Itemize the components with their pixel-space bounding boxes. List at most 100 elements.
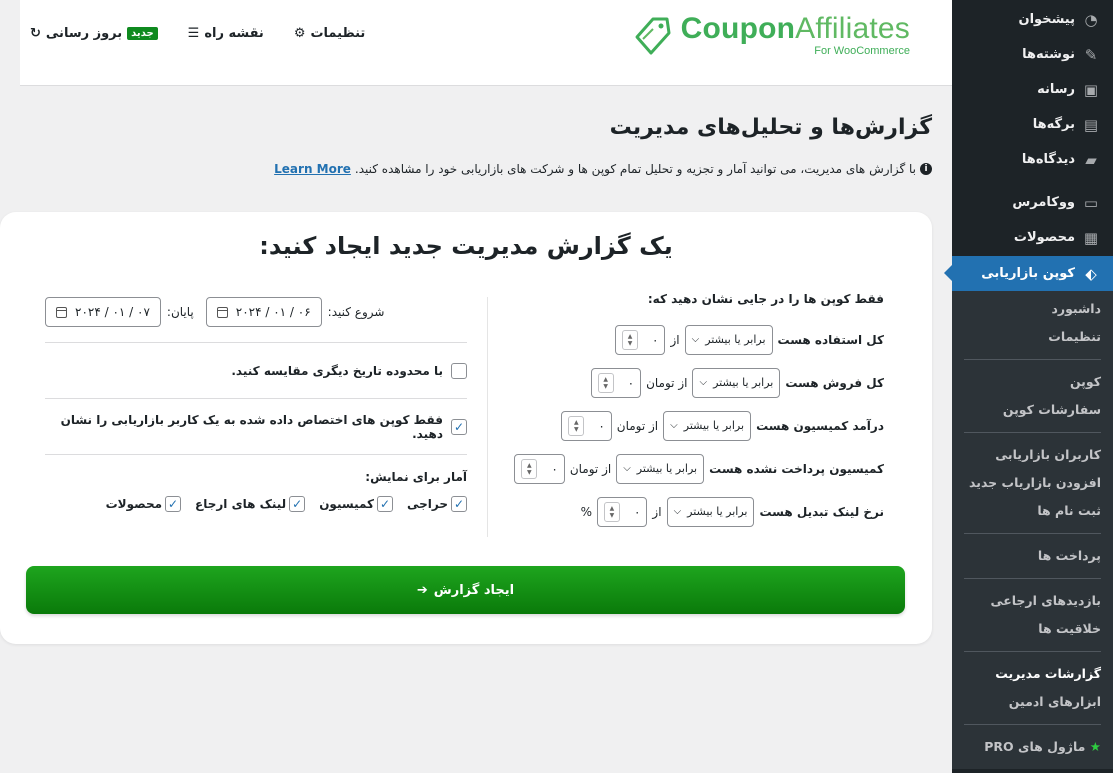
settings-link[interactable]: تنظیمات ⚙ xyxy=(294,26,365,41)
comparison-select[interactable]: برابر یا بیشتر ⌵ xyxy=(666,496,755,527)
logo-text-coupon: Coupon xyxy=(680,12,796,45)
refresh-icon: ↻ xyxy=(30,26,41,41)
assigned-only-checkbox[interactable]: ✓ xyxy=(451,418,467,435)
filter-unpaid-commission: کمیسیون پرداخت نشده هست برابر یا بیشتر ⌵ … xyxy=(484,447,884,490)
number-input[interactable]: ▲ ▼ ۰ xyxy=(590,367,642,398)
number-input[interactable]: ▲ ▼ ۰ xyxy=(596,496,648,527)
sidebar-item-products[interactable]: ▦ محصولات xyxy=(952,220,1113,255)
filter-unit: از xyxy=(652,504,662,519)
sidebar-subitem[interactable]: پرداخت ها xyxy=(952,542,1113,570)
start-date-input[interactable]: ۲۰۲۴ / ۰۱ / ۰۶ xyxy=(205,297,322,327)
filter-unit: از تومان xyxy=(646,375,688,390)
updates-link[interactable]: جدید بروز رسانی ↻ xyxy=(30,26,158,41)
coupon-tag-icon xyxy=(635,17,671,54)
sidebar-item-dashboard[interactable]: ◔ پیشخوان xyxy=(952,2,1113,37)
filter-unit: از xyxy=(670,332,680,347)
admin-sidebar: ◔ پیشخوان ✎ نوشته‌ها ▣ رسانه ▤ برگه‌ها ▰… xyxy=(944,0,1113,773)
sidebar-divider xyxy=(964,432,1101,433)
number-input[interactable]: ▲ ▼ ۰ xyxy=(514,453,565,484)
stat-sales-checkbox[interactable]: ✓ xyxy=(451,496,467,512)
stats-options: ✓ حراجی ✓ کمیسیون ✓ لینک های ارجاع ✓ محصولات xyxy=(45,496,467,512)
sidebar-item-label: برگه‌ها xyxy=(1032,117,1075,132)
create-report-button[interactable]: ایجاد گزارش ➔ xyxy=(26,566,905,614)
sidebar-item-woocommerce[interactable]: ▭ ووکامرس xyxy=(952,185,1113,220)
spinner-icon[interactable]: ▲ ▼ xyxy=(603,501,620,522)
compare-range-checkbox[interactable] xyxy=(451,362,467,379)
comparison-select[interactable]: برابر یا بیشتر ⌵ xyxy=(692,367,781,398)
divider xyxy=(45,454,467,455)
spinner-icon[interactable]: ▲ ▼ xyxy=(597,372,614,393)
number-value: ۰ xyxy=(598,418,605,433)
end-date-input[interactable]: ۲۰۲۴ / ۰۱ / ۰۷ xyxy=(45,297,161,327)
chevron-down-icon: ⌵ xyxy=(673,506,682,517)
sidebar-subitem[interactable]: ابزارهای ادمین xyxy=(952,688,1113,716)
select-value: برابر یا بیشتر xyxy=(687,505,748,518)
brand-logo[interactable]: CouponAffiliates For WooCommerce xyxy=(631,14,910,57)
sidebar-subitem[interactable]: افزودن بازاریاب جدید xyxy=(952,469,1113,497)
stat-label: محصولات xyxy=(105,497,163,511)
chevron-down-icon: ⌵ xyxy=(623,463,631,474)
assigned-only-option: ✓ فقط کوپن های اختصاص داده شده به یک کار… xyxy=(45,413,467,441)
comparison-select[interactable]: برابر یا بیشتر ⌵ xyxy=(616,453,705,484)
sidebar-subitem[interactable]: بازدیدهای ارجاعی xyxy=(952,587,1113,615)
sidebar-subitem[interactable]: تنظیمات xyxy=(952,323,1113,351)
stat-referral-checkbox[interactable]: ✓ xyxy=(289,496,306,512)
logo-text-affiliates: Affiliates xyxy=(795,12,910,45)
sidebar-item-comments[interactable]: ▰ دیدگاه‌ها xyxy=(952,142,1113,177)
star-icon: ★ xyxy=(1089,739,1101,754)
roadmap-link[interactable]: نقشه راه ☰ xyxy=(188,26,264,41)
sidebar-item-label: نوشته‌ها xyxy=(1022,47,1075,62)
comparison-select[interactable]: برابر یا بیشتر ⌵ xyxy=(663,410,752,441)
stat-products-checkbox[interactable]: ✓ xyxy=(165,496,182,512)
spinner-icon[interactable]: ▲ ▼ xyxy=(622,329,639,350)
new-badge: جدید xyxy=(127,27,158,40)
stat-products: ✓ محصولات xyxy=(105,496,182,512)
woocommerce-icon: ▭ xyxy=(1083,193,1099,212)
number-input[interactable]: ▲ ▼ ۰ xyxy=(615,324,666,355)
sidebar-subitem[interactable]: کاربران بازاریابی xyxy=(952,441,1113,469)
select-value: برابر یا بیشتر xyxy=(713,376,774,389)
sidebar-subitem-pro-modules[interactable]: ★ ماژول های PRO xyxy=(952,733,1113,761)
number-input[interactable]: ▲ ▼ ۰ xyxy=(561,410,612,441)
page-title: گزارش‌ها و تحلیل‌های مدیریت xyxy=(609,115,932,140)
sidebar-item-media[interactable]: ▣ رسانه xyxy=(952,72,1113,107)
stat-commission-checkbox[interactable]: ✓ xyxy=(376,496,393,512)
stat-sales: ✓ حراجی xyxy=(407,496,467,512)
sidebar-item-label: محصولات xyxy=(1013,230,1075,245)
learn-more-link[interactable]: Learn More xyxy=(274,162,351,176)
page-description: i با گزارش های مدیریت، می توانید آمار و … xyxy=(274,162,932,176)
settings-label: تنظیمات xyxy=(310,26,366,41)
stat-commission: ✓ کمیسیون xyxy=(319,496,393,512)
sidebar-subitem[interactable]: کوپن xyxy=(952,368,1113,396)
report-card: یک گزارش مدیریت جدید ایجاد کنید: فقط کوپ… xyxy=(0,212,932,644)
filter-label: درآمد کمیسیون هست xyxy=(756,418,884,433)
number-value: ۰ xyxy=(652,332,659,347)
sidebar-subitem-admin-reports[interactable]: گزارشات مدیریت xyxy=(952,660,1113,688)
filter-label: کمیسیون پرداخت نشده هست xyxy=(709,461,884,476)
sidebar-divider xyxy=(964,359,1101,360)
spinner-icon[interactable]: ▲ ▼ xyxy=(568,415,585,436)
sidebar-divider xyxy=(964,578,1101,579)
pin-icon: ✎ xyxy=(1084,45,1098,64)
products-icon: ▦ xyxy=(1083,228,1099,247)
sidebar-submenu: داشبورد تنظیمات کوپن سفارشات کوپن کاربرا… xyxy=(952,291,1113,769)
sidebar-item-label: ووکامرس xyxy=(1012,195,1075,210)
sidebar-subitem[interactable]: داشبورد xyxy=(952,295,1113,323)
sidebar-item-pages[interactable]: ▤ برگه‌ها xyxy=(952,107,1113,142)
calendar-icon xyxy=(56,306,67,318)
tag-icon: ⬖ xyxy=(1085,264,1097,283)
chevron-down-icon: ⌵ xyxy=(691,334,700,345)
pages-icon: ▤ xyxy=(1083,115,1099,134)
stat-referral-links: ✓ لینک های ارجاع xyxy=(195,496,306,512)
sidebar-subitem[interactable]: ثبت نام ها xyxy=(952,497,1113,525)
sidebar-item-label: کوپن بازاریابی xyxy=(981,266,1075,281)
number-value: ۰ xyxy=(633,504,641,519)
sidebar-item-coupon-affiliates[interactable]: ⬖ کوپن بازاریابی xyxy=(944,256,1113,291)
date-range: شروع کنید: ۲۰۲۴ / ۰۱ / ۰۶ پایان: ۲۰۲۴ / … xyxy=(45,297,467,327)
sidebar-subitem[interactable]: سفارشات کوپن xyxy=(952,396,1113,424)
comparison-select[interactable]: برابر یا بیشتر ⌵ xyxy=(684,324,773,355)
sidebar-subitem[interactable]: خلاقیت ها xyxy=(952,615,1113,643)
spinner-icon[interactable]: ▲ ▼ xyxy=(521,458,538,479)
divider xyxy=(45,398,467,399)
sidebar-item-posts[interactable]: ✎ نوشته‌ها xyxy=(952,37,1113,72)
